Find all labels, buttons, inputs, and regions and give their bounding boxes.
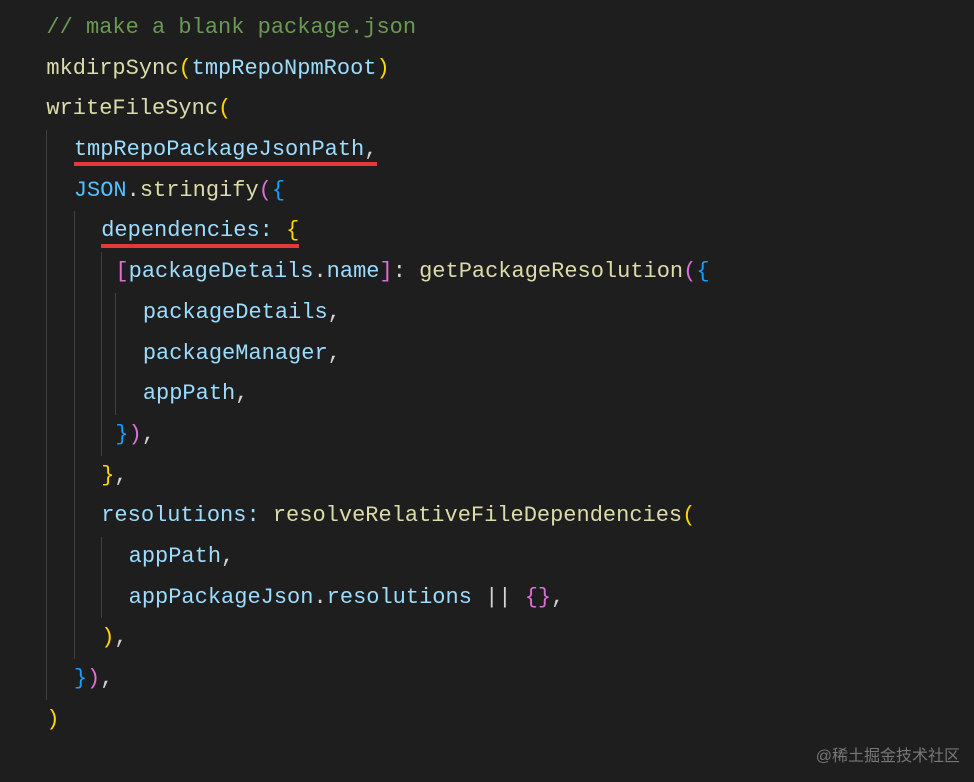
code-line: writeFileSync( [0, 89, 974, 130]
code-line: }, [0, 456, 974, 497]
short-appPath: appPath [143, 381, 235, 406]
obj-JSON: JSON [74, 178, 127, 203]
arg-appPath: appPath [129, 544, 221, 569]
code-line: JSON.stringify({ [0, 171, 974, 212]
code-line: mkdirpSync(tmpRepoNpmRoot) [0, 49, 974, 90]
var-tmpRepoPackageJsonPath: tmpRepoPackageJsonPath [74, 137, 364, 162]
fn-mkdirpSync: mkdirpSync [46, 56, 178, 81]
code-block[interactable]: // make a blank package.json mkdirpSync(… [0, 8, 974, 740]
code-line: tmpRepoPackageJsonPath, [0, 130, 974, 171]
fn-getPackageResolution: getPackageResolution [419, 259, 683, 284]
key-dependencies: dependencies: [101, 218, 273, 243]
code-line: appPath, [0, 374, 974, 415]
code-line: // make a blank package.json [0, 8, 974, 49]
code-line: resolutions: resolveRelativeFileDependen… [0, 496, 974, 537]
code-line: ), [0, 618, 974, 659]
code-line: appPackageJson.resolutions || {}, [0, 578, 974, 619]
short-packageManager: packageManager [143, 341, 328, 366]
fn-stringify: stringify [140, 178, 259, 203]
code-line: }), [0, 659, 974, 700]
var-packageDetails: packageDetails [129, 259, 314, 284]
watermark-text: @稀土掘金技术社区 [816, 742, 960, 772]
code-line: dependencies: { [0, 211, 974, 252]
code-line: packageManager, [0, 334, 974, 375]
code-line: [packageDetails.name]: getPackageResolut… [0, 252, 974, 293]
prop-resolutions: resolutions [327, 585, 472, 610]
code-line: packageDetails, [0, 293, 974, 334]
code-line: ) [0, 700, 974, 741]
key-resolutions: resolutions: [101, 503, 259, 528]
var-tmpRepoNpmRoot: tmpRepoNpmRoot [192, 56, 377, 81]
short-packageDetails: packageDetails [143, 300, 328, 325]
fn-resolveRelativeFileDependencies: resolveRelativeFileDependencies [273, 503, 682, 528]
prop-name: name [327, 259, 380, 284]
fn-writeFileSync: writeFileSync [46, 96, 218, 121]
code-line: appPath, [0, 537, 974, 578]
comment: // make a blank package.json [46, 15, 416, 40]
arg-appPackageJson: appPackageJson [129, 585, 314, 610]
code-line: }), [0, 415, 974, 456]
